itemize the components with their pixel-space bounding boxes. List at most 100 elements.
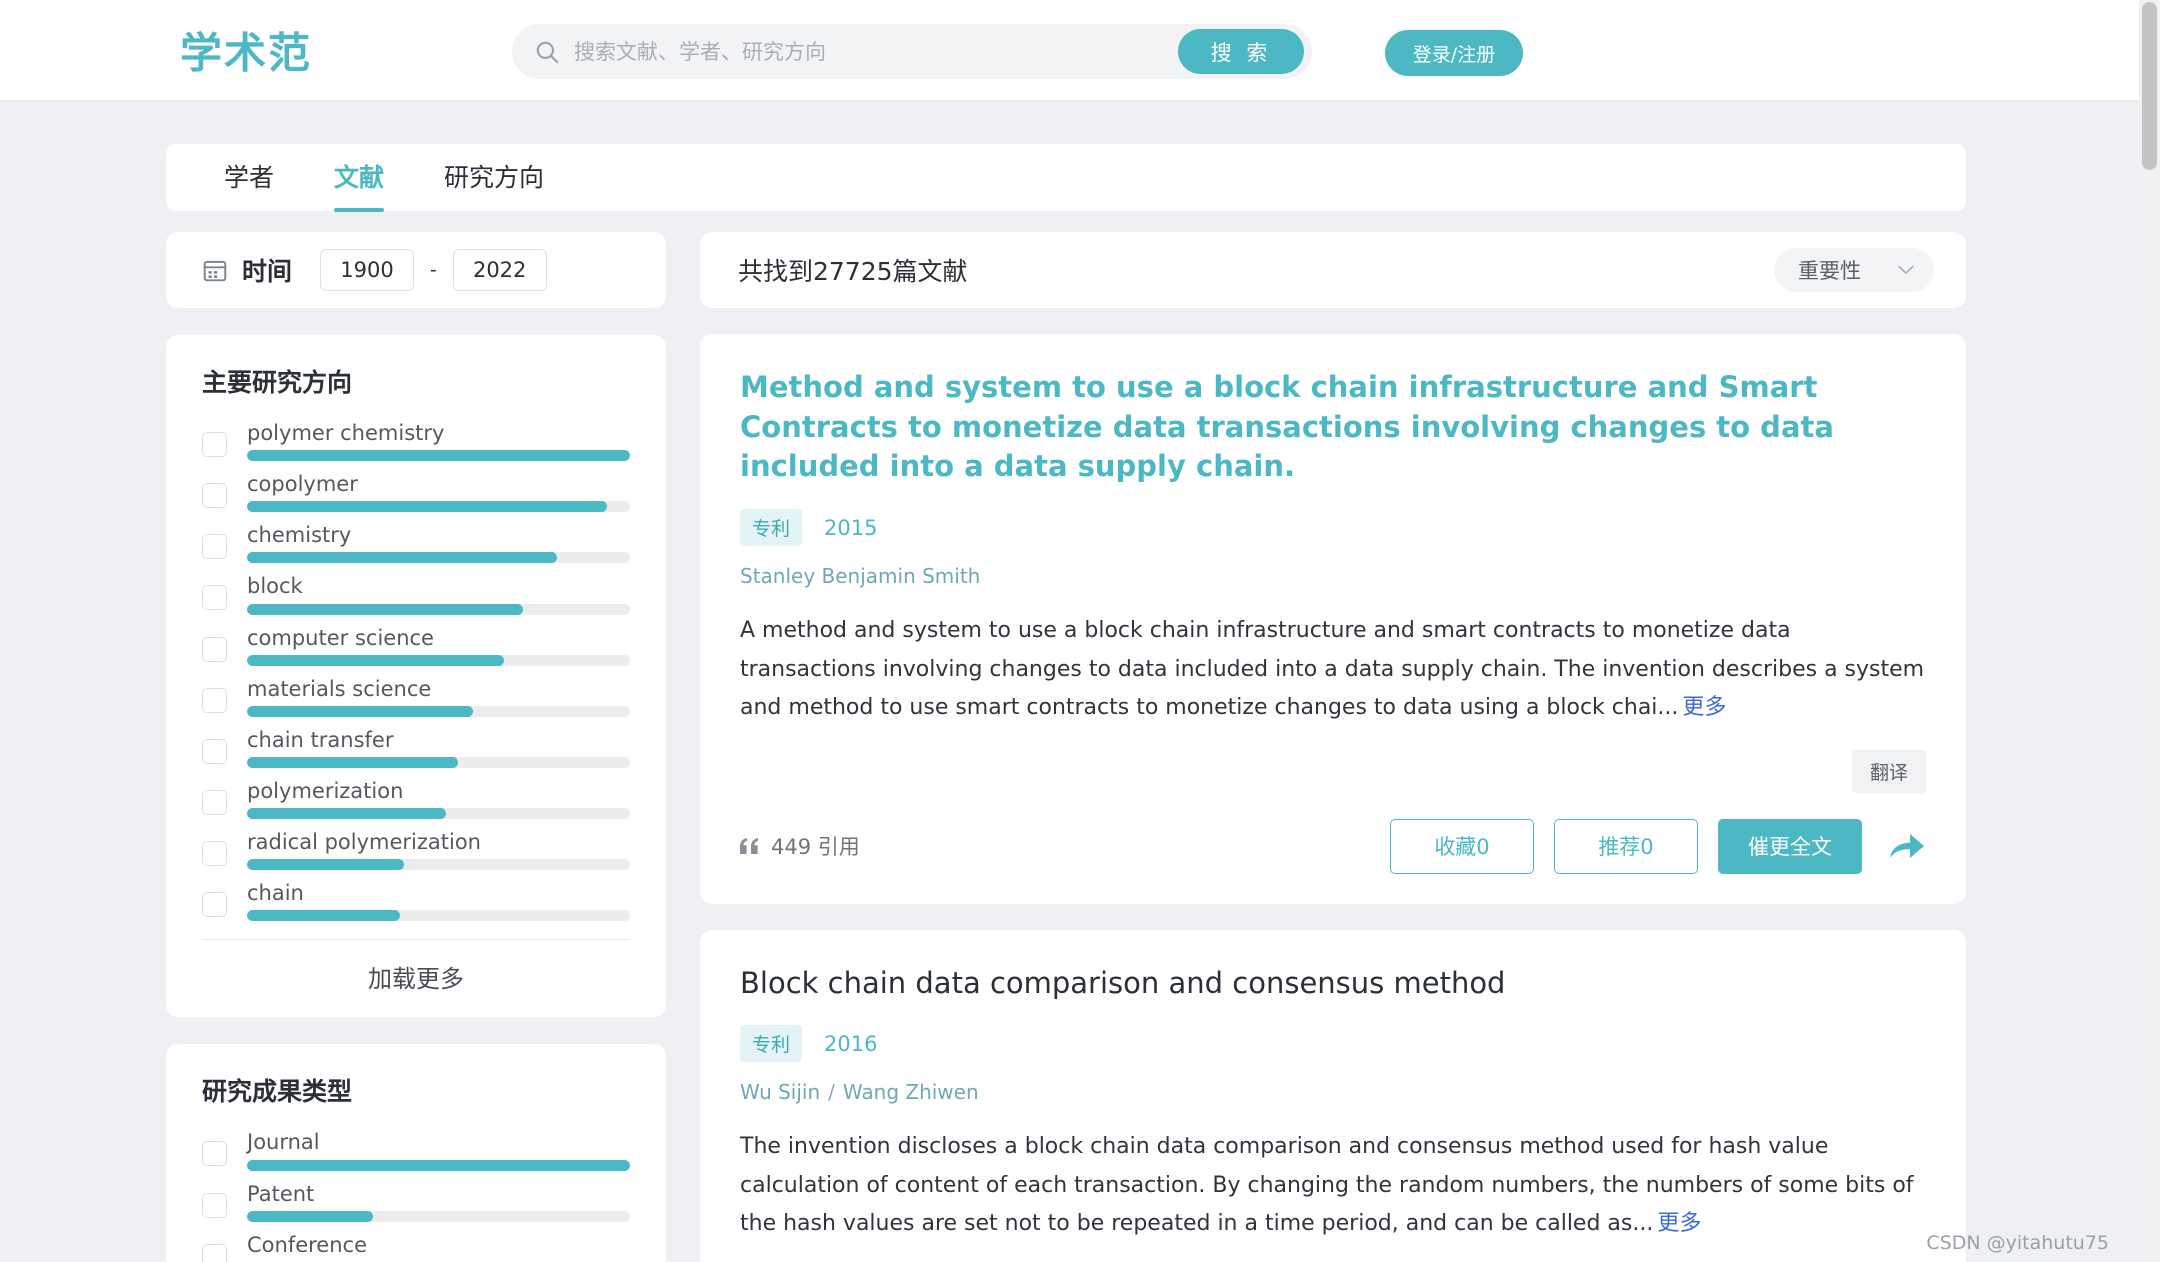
tab-research-areas[interactable]: 研究方向 (444, 158, 544, 198)
topic-facet-bar-fill (247, 501, 608, 513)
doctype-facet-checkbox[interactable] (202, 1243, 227, 1262)
doctype-facet-bar-fill (247, 1210, 374, 1222)
doctype-facet-item[interactable]: Patent (202, 1182, 630, 1222)
result-abstract-text: The invention discloses a block chain da… (740, 1134, 1914, 1237)
author-link[interactable]: Wang Zhiwen (843, 1080, 979, 1104)
tab-scholars[interactable]: 学者 (224, 158, 274, 198)
topic-facet-item[interactable]: polymerization (202, 779, 630, 820)
topic-facet-item[interactable]: chain transfer (202, 728, 630, 768)
topic-facet-body: polymerization (247, 779, 630, 820)
result-citation-count: 449 引用 (740, 831, 860, 861)
topic-facet-label: chemistry (247, 523, 352, 548)
result-meta-row: 专利 2015 (740, 509, 1926, 547)
topic-facet-checkbox[interactable] (202, 738, 227, 764)
topic-facet-bar-fill (247, 603, 523, 615)
result-more-link[interactable]: 更多 (1657, 1211, 1701, 1236)
topic-facet-label: chain (247, 881, 304, 906)
doctype-facet-checkbox[interactable] (202, 1192, 227, 1218)
result-authors: Wu Sijin / Wang Zhiwen (740, 1080, 1926, 1104)
doctype-facet-label: Conference (247, 1232, 368, 1257)
result-year-link[interactable]: 2016 (824, 1032, 877, 1056)
tab-literature[interactable]: 文献 (334, 158, 385, 212)
topic-facet-bar-fill (247, 654, 504, 666)
year-range-separator: - (430, 258, 437, 281)
result-card: Method and system to use a block chain i… (700, 334, 1966, 904)
results-count-bar: 共找到27725篇文献 重要性 (700, 232, 1966, 308)
topic-facet-label: materials science (247, 676, 432, 701)
search-button[interactable]: 搜 索 (1178, 29, 1304, 74)
document-types-title: 研究成果类型 (202, 1077, 353, 1107)
sort-dropdown[interactable]: 重要性 (1774, 248, 1934, 292)
topic-facet-checkbox[interactable] (202, 841, 227, 867)
topic-facet-bar-fill (247, 808, 447, 820)
author-link[interactable]: Stanley Benjamin Smith (740, 564, 980, 588)
load-more-topics-button[interactable]: 加载更多 (202, 939, 630, 1017)
result-type-badge: 专利 (740, 1025, 803, 1063)
topic-facet-checkbox[interactable] (202, 687, 227, 713)
topic-facet-body: materials science (247, 677, 630, 717)
result-action-button[interactable]: 推荐0 (1554, 818, 1698, 874)
year-from-input[interactable] (320, 249, 415, 291)
topic-facet-checkbox[interactable] (202, 789, 227, 815)
topic-facet-checkbox[interactable] (202, 483, 227, 509)
topic-facet-label: copolymer (247, 472, 358, 497)
topic-facet-body: radical polymerization (247, 830, 630, 871)
login-register-button[interactable]: 登录/注册 (1385, 30, 1523, 76)
topic-facet-item[interactable]: radical polymerization (202, 830, 630, 871)
result-action-request-fulltext[interactable]: 催更全文 (1718, 818, 1862, 874)
topic-facet-bar-track (247, 501, 630, 513)
topic-facet-item[interactable]: polymer chemistry (202, 421, 630, 462)
result-citation-text: 449 引用 (771, 835, 860, 860)
topic-facet-checkbox[interactable] (202, 432, 227, 457)
result-authors: Stanley Benjamin Smith (740, 564, 1926, 588)
doctype-facet-checkbox[interactable] (202, 1141, 227, 1167)
result-type-tabs: 学者 文献 研究方向 (166, 144, 1966, 212)
topic-facet-checkbox[interactable] (202, 585, 227, 611)
result-year-link[interactable]: 2015 (824, 516, 877, 540)
result-title[interactable]: Block chain data comparison and consensu… (740, 964, 1926, 1004)
topic-facet-bar-fill (247, 552, 558, 564)
doctype-facet-label: Patent (247, 1181, 315, 1206)
doctype-facet-bar-track (247, 1159, 630, 1171)
topic-facet-bar-fill (247, 756, 458, 768)
site-logo[interactable]: 学术范 (180, 20, 312, 81)
topic-facet-checkbox[interactable] (202, 636, 227, 662)
topic-facet-checkbox[interactable] (202, 892, 227, 918)
research-topics-card: 主要研究方向 polymer chemistry copolymer chemist… (166, 335, 666, 1018)
doctype-facet-body: Journal (247, 1130, 630, 1171)
translate-button[interactable]: 翻译 (1851, 749, 1926, 793)
topic-facet-item[interactable]: chain (202, 881, 630, 922)
calendar-icon (203, 260, 227, 282)
topic-facet-body: computer science (247, 626, 630, 666)
time-filter-label: 时间 (242, 257, 293, 286)
page-scrollbar[interactable] (2139, 0, 2160, 1262)
result-more-link[interactable]: 更多 (1682, 695, 1726, 720)
topic-facet-bar-track (247, 859, 630, 871)
author-link[interactable]: Wu Sijin (740, 1080, 820, 1104)
search-bar: 搜 索 (512, 24, 1312, 79)
scrollbar-thumb[interactable] (2142, 2, 2157, 170)
topic-facet-item[interactable]: block (202, 574, 630, 615)
doctype-facet-bar-fill (247, 1159, 630, 1171)
share-arrow-icon[interactable] (1888, 830, 1926, 862)
chevron-down-icon (1898, 265, 1914, 274)
time-filter-card: 时间 - (166, 232, 666, 308)
topic-facet-label: block (247, 574, 303, 599)
topic-facet-item[interactable]: chemistry (202, 523, 630, 564)
topic-facet-item[interactable]: copolymer (202, 472, 630, 513)
topic-facet-label: computer science (247, 625, 434, 650)
research-topics-list: polymer chemistry copolymer chemistry block… (202, 421, 630, 922)
author-separator: / (828, 1080, 835, 1105)
topic-facet-bar-track (247, 450, 630, 462)
topic-facet-item[interactable]: computer science (202, 626, 630, 666)
watermark-text: CSDN @yitahutu75 (1926, 1232, 2109, 1254)
doctype-facet-item[interactable]: Conference (202, 1233, 630, 1262)
doctype-facet-item[interactable]: Journal (202, 1130, 630, 1171)
result-action-button[interactable]: 收藏0 (1390, 818, 1534, 874)
topic-facet-checkbox[interactable] (202, 534, 227, 560)
topic-facet-item[interactable]: materials science (202, 677, 630, 717)
topic-facet-bar-track (247, 756, 630, 768)
site-header: 学术范 搜 索 登录/注册 (0, 0, 2139, 101)
year-to-input[interactable] (452, 249, 547, 291)
result-title[interactable]: Method and system to use a block chain i… (740, 368, 1926, 487)
